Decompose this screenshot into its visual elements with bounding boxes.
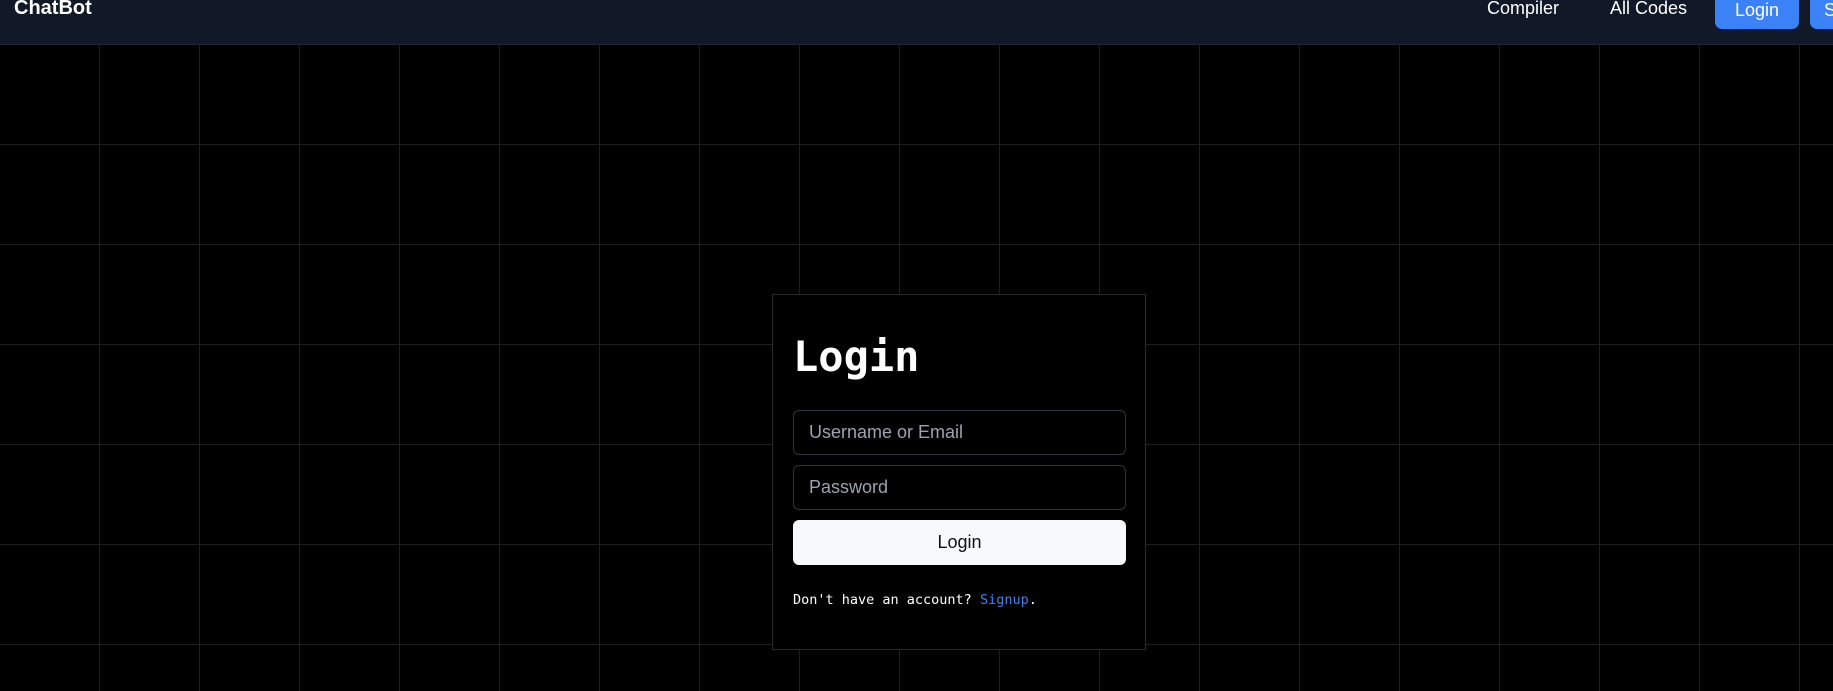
top-navbar: ChatBot Compiler All Codes Login S <box>0 0 1833 45</box>
signup-prompt-period: . <box>1028 592 1037 608</box>
password-input[interactable] <box>793 465 1126 510</box>
nav-login-button[interactable]: Login <box>1715 0 1799 29</box>
brand-logo[interactable]: ChatBot <box>14 0 92 20</box>
signup-link[interactable]: Signup <box>980 592 1029 608</box>
nav-signup-button[interactable]: S <box>1810 0 1833 29</box>
login-card: Login Login Don't have an account? Signu… <box>772 294 1146 650</box>
login-submit-button[interactable]: Login <box>793 520 1126 565</box>
username-input[interactable] <box>793 410 1126 455</box>
signup-prompt-text: Don't have an account? <box>793 592 980 608</box>
nav-link-all-codes[interactable]: All Codes <box>1610 0 1687 20</box>
signup-prompt: Don't have an account? Signup. <box>793 591 1037 609</box>
nav-link-compiler[interactable]: Compiler <box>1487 0 1559 20</box>
login-title: Login <box>793 332 920 381</box>
